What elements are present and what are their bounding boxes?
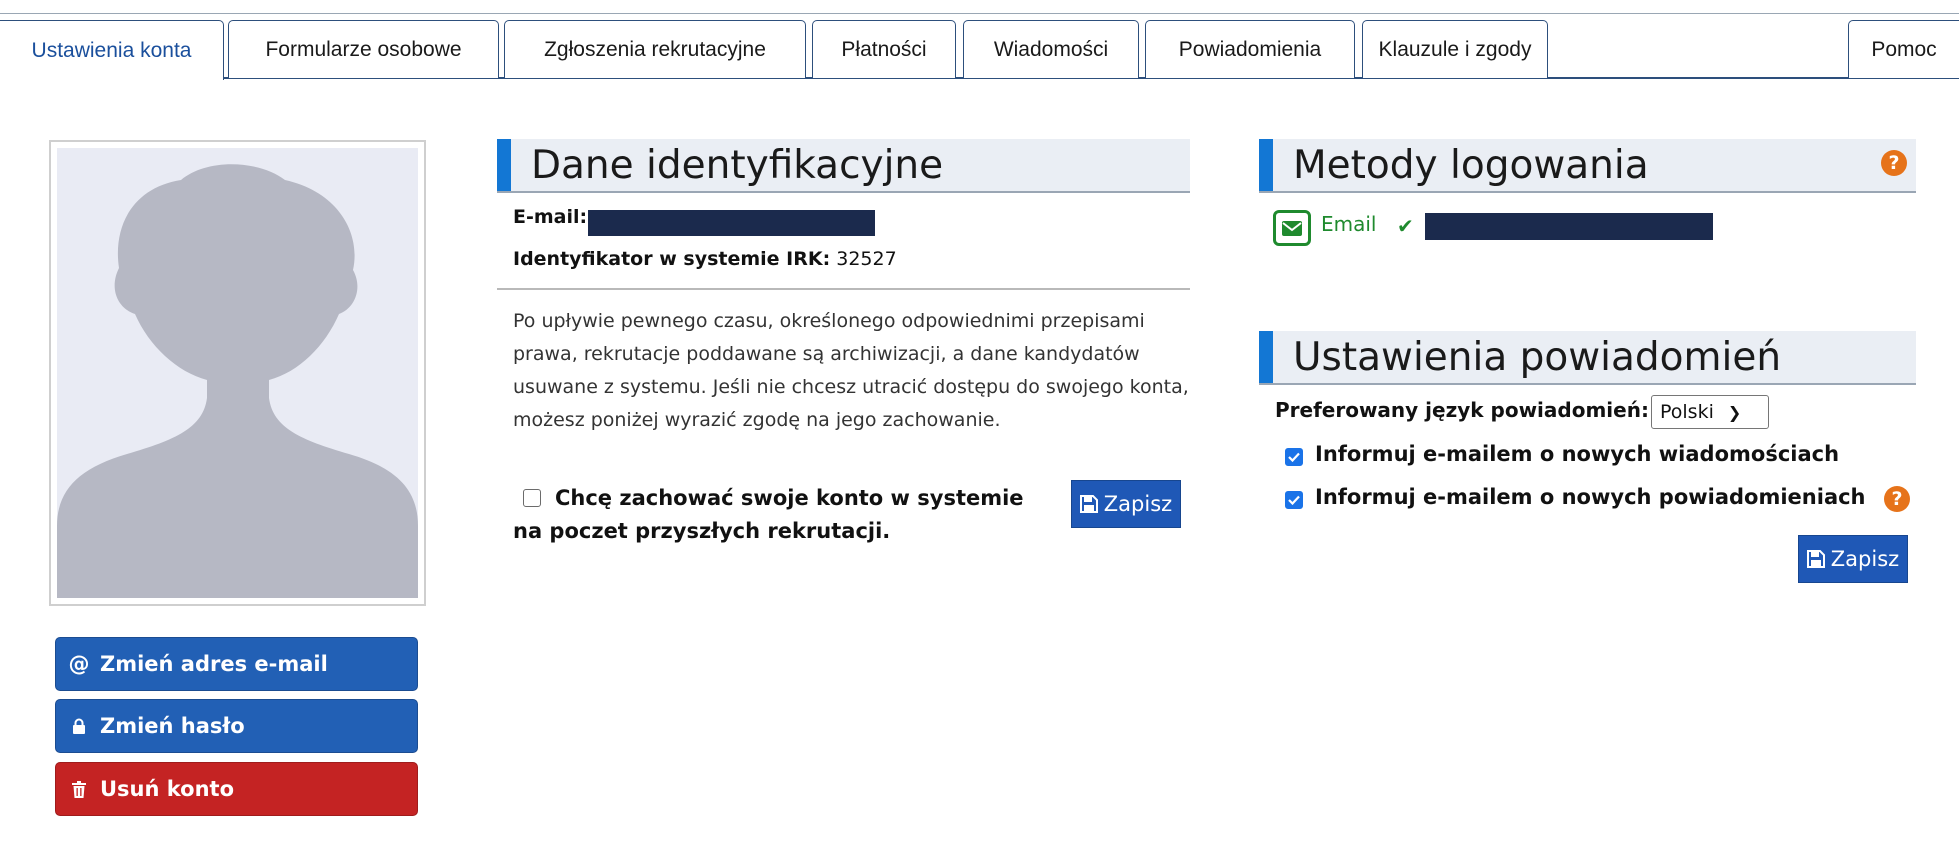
tab-messages[interactable]: Wiadomości	[963, 20, 1139, 78]
keep-account-label: Chcę zachować swoje konto w systemie na …	[513, 486, 1024, 543]
irk-id-value: 32527	[836, 248, 897, 270]
identification-save-label: Zapisz	[1103, 492, 1173, 516]
tab-account-settings[interactable]: Ustawienia konta	[0, 20, 224, 80]
change-password-button[interactable]: Zmień hasło	[55, 699, 418, 753]
section-accent-bar	[1259, 139, 1273, 191]
irk-id-label: Identyfikator w systemie IRK:	[513, 248, 831, 270]
notify-messages-label: Informuj e-mailem o nowych wiadomościach	[1315, 442, 1840, 466]
tab-payments[interactable]: Płatności	[812, 20, 956, 78]
email-envelope-icon	[1273, 210, 1311, 246]
change-password-label: Zmień hasło	[100, 714, 245, 738]
identification-title: Dane identyfikacyjne	[531, 142, 944, 188]
change-email-label: Zmień adres e-mail	[100, 652, 328, 676]
tab-personal-forms[interactable]: Formularze osobowe	[228, 20, 499, 78]
notify-notifications-checkbox[interactable]	[1285, 491, 1303, 509]
section-accent-bar	[497, 139, 511, 191]
redacted-login-email	[1425, 213, 1713, 240]
floppy-disk-icon	[1079, 495, 1098, 513]
change-email-button[interactable]: @ Zmień adres e-mail	[55, 637, 418, 691]
archive-notice: Po upływie pewnego czasu, określonego od…	[513, 310, 1189, 431]
notifications-save-label: Zapisz	[1830, 547, 1900, 571]
language-label: Preferowany język powiadomień:	[1275, 398, 1649, 422]
delete-account-button[interactable]: Usuń konto	[55, 762, 418, 816]
login-methods-title: Metody logowania	[1293, 142, 1649, 188]
redacted-email	[588, 210, 875, 236]
identification-section-header: Dane identyfikacyjne	[497, 139, 1190, 193]
floppy-disk-icon	[1806, 550, 1825, 568]
tab-notifications[interactable]: Powiadomienia	[1145, 20, 1355, 78]
notifications-title: Ustawienia powiadomień	[1293, 334, 1782, 380]
tab-clauses-consents[interactable]: Klauzule i zgody	[1362, 20, 1548, 78]
tab-recruitment-applications[interactable]: Zgłoszenia rekrutacyjne	[504, 20, 806, 78]
notifications-help-icon[interactable]: ?	[1884, 486, 1910, 512]
email-label: E-mail:	[513, 206, 588, 228]
language-select-value: Polski	[1660, 401, 1714, 423]
login-methods-help-icon[interactable]: ?	[1881, 150, 1907, 176]
notifications-save-button[interactable]: Zapisz	[1798, 535, 1908, 583]
divider	[497, 288, 1190, 290]
notify-messages-checkbox[interactable]	[1285, 448, 1303, 466]
verified-check-icon: ✔	[1397, 214, 1414, 238]
avatar	[49, 140, 426, 606]
tab-help[interactable]: Pomoc	[1848, 20, 1959, 78]
trash-icon	[68, 780, 90, 798]
at-sign-icon: @	[68, 652, 90, 676]
login-methods-section-header: Metody logowania	[1259, 139, 1916, 193]
notify-notifications-label: Informuj e-mailem o nowych powiadomienia…	[1315, 485, 1866, 509]
notifications-section-header: Ustawienia powiadomień	[1259, 331, 1916, 385]
email-method-label: Email	[1321, 212, 1377, 236]
irk-id-row: Identyfikator w systemie IRK: 32527	[513, 248, 897, 270]
top-border	[0, 13, 1959, 14]
chevron-down-icon: ❯	[1727, 402, 1742, 422]
lock-icon	[68, 718, 90, 734]
delete-account-label: Usuń konto	[100, 777, 235, 801]
identification-save-button[interactable]: Zapisz	[1071, 480, 1181, 528]
language-select[interactable]: Polski ❯	[1651, 395, 1769, 429]
avatar-placeholder-icon	[57, 148, 418, 598]
section-accent-bar	[1259, 331, 1273, 383]
